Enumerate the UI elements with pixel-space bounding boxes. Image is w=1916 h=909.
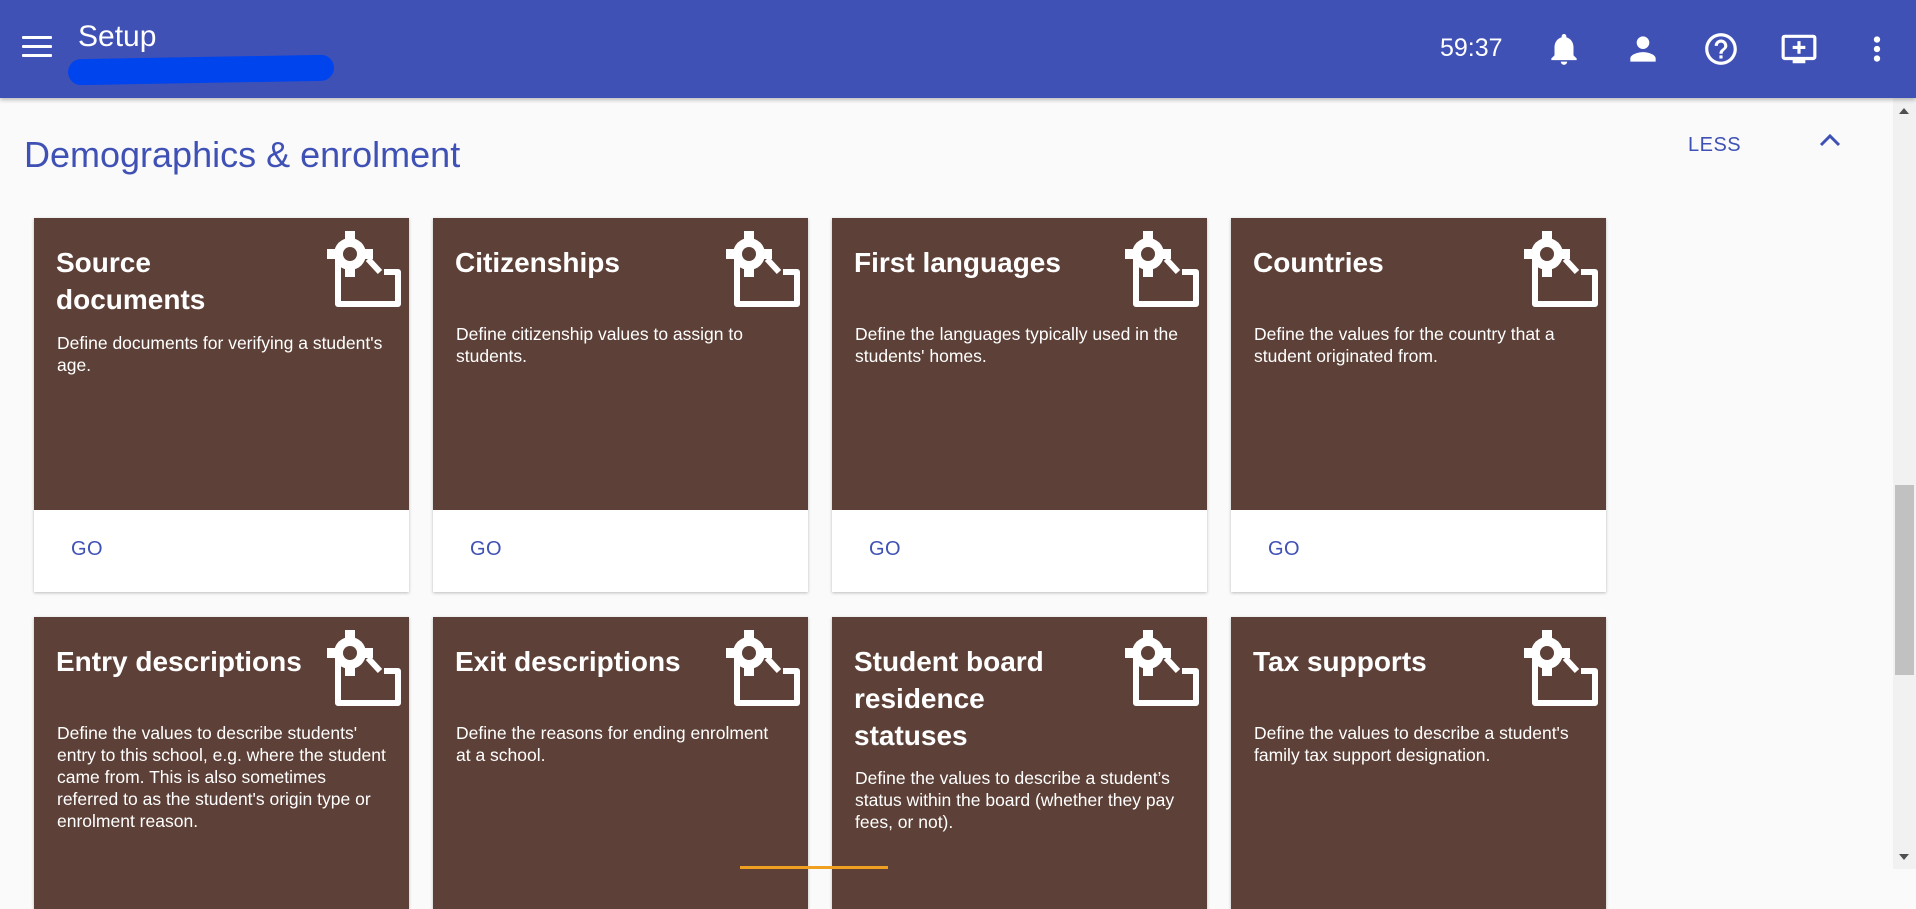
go-button[interactable]: GO: [470, 538, 502, 561]
bell-icon[interactable]: [1545, 30, 1583, 68]
card-description: Define the values to describe a student'…: [1254, 723, 1569, 765]
session-timer: 59:37: [1440, 34, 1503, 62]
card-countries: Countries Define the values for the coun…: [1231, 218, 1606, 592]
card-entry-descriptions: Entry descriptions Define the values to …: [34, 617, 409, 909]
monitor-icon[interactable]: [1780, 30, 1818, 68]
settings-folder-icon: [1521, 230, 1601, 310]
app-bar: Setup 59:37: [0, 0, 1916, 98]
card-title: Exit descriptions: [455, 646, 681, 677]
vertical-scrollbar[interactable]: [1893, 98, 1916, 869]
settings-folder-icon: [723, 629, 803, 709]
less-button[interactable]: LESS: [1688, 134, 1741, 157]
card-description: Define the values for the country that a…: [1254, 324, 1555, 366]
card-title: Tax supports: [1253, 646, 1427, 677]
card-description: Define the values to describe a student’…: [855, 768, 1175, 832]
card-title: Entry descriptions: [56, 646, 302, 677]
card-source-documents: Source documents Define documents for ve…: [34, 218, 409, 592]
person-icon[interactable]: [1624, 30, 1662, 68]
go-button[interactable]: GO: [1268, 538, 1300, 561]
settings-folder-icon: [324, 230, 404, 310]
scroll-up-icon[interactable]: [1899, 108, 1909, 114]
card-title: Student board residence statuses: [854, 646, 1044, 751]
card-description: Define the values to describe students' …: [57, 723, 386, 831]
chevron-up-icon[interactable]: [1816, 130, 1844, 150]
card-description: Define documents for verifying a student…: [57, 333, 383, 375]
card-tax-supports: Tax supports Define the values to descri…: [1231, 617, 1606, 909]
card-first-languages: First languages Define the languages typ…: [832, 218, 1207, 592]
settings-folder-icon: [1122, 230, 1202, 310]
card-description: Define the reasons for ending enrolment …: [456, 723, 769, 765]
card-description: Define the languages typically used in t…: [855, 324, 1178, 366]
settings-folder-icon: [1122, 629, 1202, 709]
help-icon[interactable]: [1702, 30, 1740, 68]
scrollbar-thumb[interactable]: [1895, 485, 1914, 675]
go-button[interactable]: GO: [71, 538, 103, 561]
card-title: Citizenships: [455, 247, 620, 278]
card-description: Define citizenship values to assign to s…: [456, 324, 743, 366]
card-citizenships: Citizenships Define citizenship values t…: [433, 218, 808, 592]
settings-folder-icon: [1521, 629, 1601, 709]
redaction-mark: [67, 54, 335, 86]
go-button[interactable]: GO: [869, 538, 901, 561]
page-title: Setup: [78, 20, 157, 53]
section-title: Demographics & enrolment: [24, 134, 461, 175]
scroll-down-icon[interactable]: [1899, 854, 1909, 860]
card-student-board-residence-statuses: Student board residence statuses Define …: [832, 617, 1207, 909]
card-title: First languages: [854, 247, 1061, 278]
menu-icon[interactable]: [22, 36, 52, 62]
card-title: Source documents: [56, 247, 206, 315]
settings-folder-icon: [723, 230, 803, 310]
settings-folder-icon: [324, 629, 404, 709]
card-title: Countries: [1253, 247, 1384, 278]
more-vert-icon[interactable]: [1858, 30, 1896, 68]
